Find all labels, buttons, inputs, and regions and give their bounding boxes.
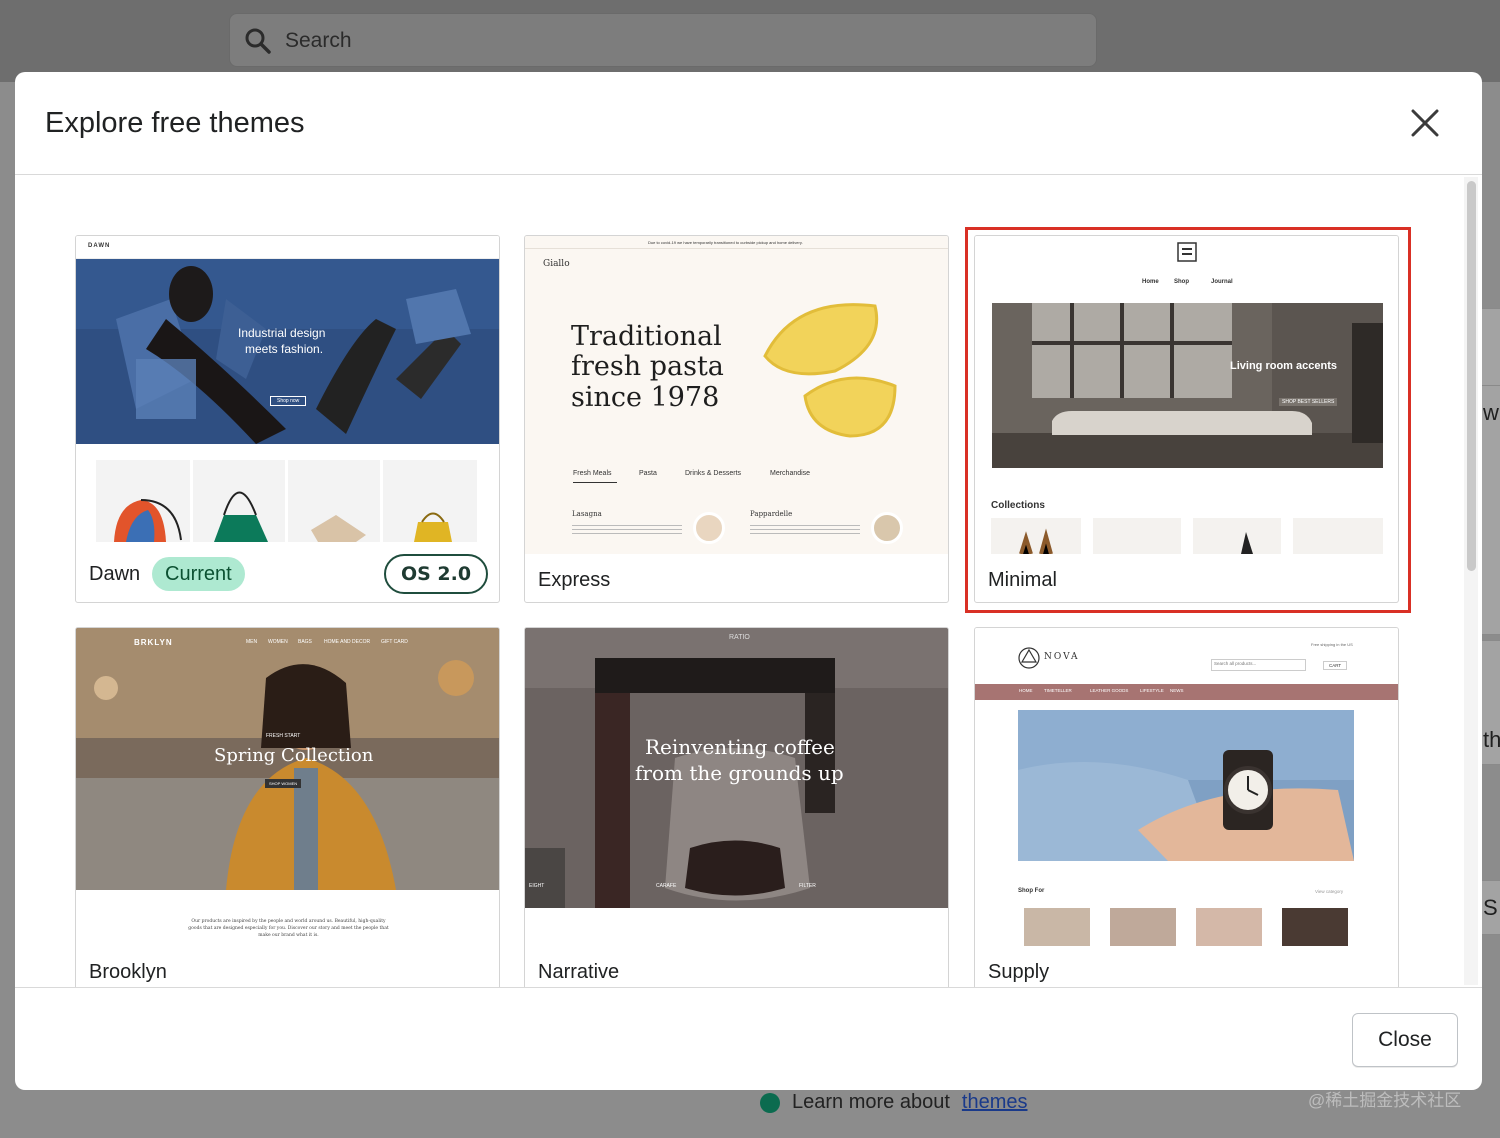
pasta-image [763,303,897,438]
search-placeholder: Search [285,29,352,52]
preview-hero-title: Spring Collection [214,745,374,766]
preview-item: Pappardelle [750,510,793,518]
hero-image [992,303,1383,468]
theme-name-brooklyn: Brooklyn [89,961,167,983]
theme-preview-narrative: RATIO Reinventing coffee from the ground… [525,628,948,946]
learn-more-text: Learn more about [792,1091,950,1113]
background-text-fragment: the [1483,727,1500,752]
preview-logo: DAWN [88,243,111,249]
theme-name-express: Express [538,569,611,591]
preview-tab: Pasta [639,470,657,477]
preview-nav: BAGS [298,639,312,645]
preview-hero-line1: Traditional [571,321,722,352]
background-text-fragment: S [1483,895,1498,920]
preview-hero-line2: from the grounds up [635,761,844,785]
learn-more-footer: Learn more about themes [760,1091,1027,1114]
preview-body-text: Our products are inspired by the people … [188,919,389,938]
theme-card-minimal[interactable]: Home Shop Journal Living room accents SH [974,235,1399,603]
preview-search: Search all products... [1214,661,1257,666]
preview-hero-line1: Industrial design [238,326,326,340]
preview-nav: HOME [1019,688,1033,693]
preview-hero-line2: meets fashion. [245,342,324,356]
modal-footer: Close [15,987,1482,1090]
preview-nav: NEWS [1170,688,1184,693]
theme-name-supply: Supply [988,961,1050,983]
collection-thumbnails [991,518,1383,554]
theme-preview-dawn: DAWN Industrial design meets fashion. Sh… [76,236,499,542]
preview-nav: WOMEN [268,639,288,645]
preview-logo: NOVA [1044,652,1080,662]
close-icon[interactable] [1407,105,1443,141]
preview-collections: Collections [991,500,1045,511]
preview-label: FILTER [799,883,816,889]
preview-logo: Giallo [543,259,570,269]
theme-preview-minimal: Home Shop Journal Living room accents SH [975,236,1398,554]
preview-shipping: Free shipping in the US [1311,642,1353,647]
themes-grid: DAWN Industrial design meets fashion. Sh… [15,175,1482,987]
preview-tab: Fresh Meals [573,470,612,477]
theme-card-express[interactable]: Due to covid-19 we have temporarily tran… [524,235,949,603]
theme-preview-supply: NOVA Free shipping in the US Search all … [975,628,1398,946]
preview-logo: RATIO [729,634,750,641]
scrollbar-thumb[interactable] [1467,181,1476,571]
preview-hero-line3: since 1978 [571,382,720,413]
theme-name-minimal: Minimal [988,569,1057,591]
preview-label: CARAFE [656,883,677,889]
category-thumbnails [1024,908,1348,946]
preview-hero-button: SHOP WOMEN [265,779,302,788]
theme-preview-brooklyn: BRKLYN MEN WOMEN BAGS HOME AND DECOR GIF… [76,628,499,946]
preview-cart: CART [1323,661,1348,670]
theme-card-supply[interactable]: NOVA Free shipping in the US Search all … [974,627,1399,987]
preview-shop-for: Shop For [1018,888,1045,894]
close-button[interactable]: Close [1352,1013,1458,1067]
product-thumbnails [96,460,477,542]
hero-image [1018,710,1354,861]
preview-tab: Drinks & Desserts [685,470,742,477]
preview-nav: LEATHER GOODS [1090,688,1129,693]
preview-item: Lasagna [572,510,602,518]
theme-card-narrative[interactable]: RATIO Reinventing coffee from the ground… [524,627,949,987]
preview-hero-button: Shop now [270,396,307,406]
modal-title: Explore free themes [45,107,305,139]
preview-nav: HOME AND DECOR [324,639,371,645]
preview-announcement: Due to covid-19 we have temporarily tran… [648,240,803,245]
theme-card-dawn[interactable]: DAWN Industrial design meets fashion. Sh… [75,235,500,603]
preview-nav: Home [1142,279,1159,285]
preview-hero-line1: Reinventing coffee [645,735,835,759]
explore-themes-modal: Explore free themes DAWN Industrial desi… [15,72,1482,1090]
learn-more-link[interactable]: themes [962,1091,1028,1114]
theme-name-narrative: Narrative [538,961,620,983]
theme-preview-express: Due to covid-19 we have temporarily tran… [525,236,948,554]
background-card [1482,308,1500,388]
preview-nav: MEN [246,639,258,645]
preview-nav: Shop [1174,279,1189,285]
logo-icon [1177,242,1197,262]
theme-card-brooklyn[interactable]: BRKLYN MEN WOMEN BAGS HOME AND DECOR GIF… [75,627,500,987]
preview-logo: BRKLYN [134,638,173,647]
nova-logo-icon [1018,647,1040,669]
info-icon [760,1092,780,1113]
preview-hero-title: Living room accents [1230,360,1337,372]
os2-badge: OS 2.0 [384,554,488,594]
preview-kicker: FRESH START [266,733,301,739]
background-text-fragment: w [1483,400,1499,425]
preview-nav: Journal [1211,279,1233,285]
preview-label: EIGHT [529,883,545,889]
preview-nav: TIMETELLER [1044,688,1072,693]
preview-hero-button: SHOP BEST SELLERS [1279,398,1338,406]
preview-hero-line2: fresh pasta [571,351,724,382]
preview-tab: Merchandise [770,470,811,477]
preview-view-all: View category [1315,889,1344,894]
search-icon [245,28,271,54]
current-badge: Current [152,557,245,591]
admin-search-bar[interactable]: Search [229,13,1097,67]
preview-nav: GIFT CARD [381,639,408,645]
modal-header: Explore free themes [15,72,1482,175]
preview-nav: LIFESTYLE [1140,688,1164,693]
